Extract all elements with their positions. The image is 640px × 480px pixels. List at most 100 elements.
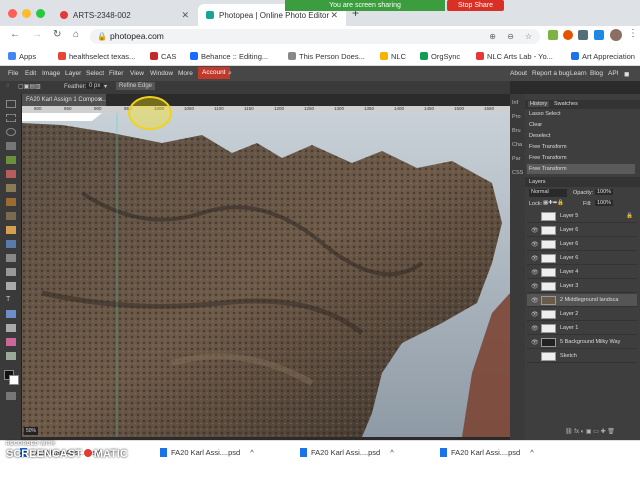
menu-file[interactable]: File (8, 70, 18, 77)
extension-icon[interactable] (594, 30, 604, 40)
visibility-eye-icon[interactable]: 👁 (531, 255, 539, 262)
bookmark-this-person[interactable]: This Person Does... (288, 52, 365, 61)
path-select-icon[interactable] (6, 310, 16, 318)
more-menu-icon[interactable]: ⋮ (628, 28, 638, 39)
social-icons[interactable]: ◼ (624, 70, 629, 78)
chevron-down-icon[interactable]: ▾ (104, 83, 107, 90)
menu-more[interactable]: More (178, 70, 193, 77)
selection-mode-icons[interactable]: ▢▣▤▥ (18, 83, 41, 90)
extension-icon[interactable] (563, 30, 573, 40)
panel-brush-tab[interactable]: Bru (512, 128, 521, 134)
menu-edit[interactable]: Edit (25, 70, 36, 77)
lasso-tool-icon[interactable] (6, 128, 16, 136)
forward-arrow-icon[interactable]: → (32, 29, 42, 40)
bookmark-art-appreciation[interactable]: Art Appreciation (571, 52, 640, 61)
tab-history[interactable]: History (528, 101, 550, 107)
extension-icon[interactable] (578, 30, 588, 40)
bookmark-star-icon[interactable]: ☆ (525, 29, 532, 44)
shape-tool-icon[interactable] (6, 324, 16, 332)
chevron-up-icon[interactable]: ^ (250, 448, 254, 457)
type-tool-icon[interactable]: T (6, 296, 16, 304)
layer-row[interactable]: Layer 5 🔒 (527, 210, 637, 223)
brush-tool-icon[interactable] (6, 198, 16, 206)
link-report-bug[interactable]: Report a bug (532, 70, 570, 77)
bookmark-orgsync[interactable]: OrgSync (420, 52, 460, 61)
download-item[interactable]: FA20 Karl Assi....psd ^ (440, 448, 534, 457)
pen-tool-icon[interactable] (6, 282, 16, 290)
crop-tool-icon[interactable] (6, 156, 16, 164)
visibility-eye-icon[interactable]: 👁 (531, 227, 539, 234)
menu-account[interactable]: Account (198, 67, 230, 79)
feather-input[interactable]: 0 px (86, 83, 104, 89)
eyedropper-icon[interactable] (6, 170, 16, 178)
bookmark-behance[interactable]: Behance :: Editing... (190, 52, 268, 61)
quick-mask-icon[interactable] (6, 392, 16, 400)
panel-info-tab[interactable]: Inf (512, 100, 518, 106)
blend-mode-select[interactable]: Normal (529, 189, 567, 197)
zoom-tool-icon[interactable] (6, 352, 16, 360)
menu-view[interactable]: View (130, 70, 144, 77)
panel-properties-tab[interactable]: Pro (512, 114, 521, 120)
menu-window[interactable]: Window (150, 70, 173, 77)
visibility-eye-icon[interactable]: 👁 (531, 297, 539, 304)
back-arrow-icon[interactable]: ← (10, 29, 20, 40)
layer-action-icons[interactable]: ⛓ fx ◐ ▣ ▭ ✚ 🗑 (565, 428, 615, 435)
visibility-eye-icon[interactable]: 👁 (531, 311, 539, 318)
download-item[interactable]: FA20 Karl Assi....psd ^ (300, 448, 394, 457)
avatar[interactable] (610, 29, 622, 41)
download-item[interactable]: FA20 Karl Assi....psd ^ (160, 448, 254, 457)
bookmark-apps[interactable]: Apps (8, 52, 36, 61)
close-tab-icon[interactable]: ✕ (181, 10, 189, 21)
stop-share-button[interactable]: Stop Share (447, 0, 504, 11)
document-canvas[interactable]: 50% (22, 113, 510, 437)
extension-icon[interactable] (548, 30, 558, 40)
visibility-eye-icon[interactable]: 👁 (531, 339, 539, 346)
link-about[interactable]: About (510, 70, 527, 77)
link-api[interactable]: API (608, 70, 618, 77)
link-blog[interactable]: Blog (590, 70, 603, 77)
marquee-tool-icon[interactable] (6, 114, 16, 122)
link-learn[interactable]: Learn (570, 70, 587, 77)
history-item[interactable]: Lasso Select (527, 109, 635, 119)
visibility-eye-icon[interactable]: 👁 (531, 283, 539, 290)
hand-tool-icon[interactable] (6, 338, 16, 346)
layer-row[interactable]: 👁 Layer 3 (527, 280, 637, 293)
visibility-eye-icon[interactable]: 👁 (531, 241, 539, 248)
bookmark-nlc[interactable]: NLC (380, 52, 406, 61)
layer-row[interactable]: 👁 Layer 6 (527, 224, 637, 237)
tab-arts[interactable]: ARTS-2348-002 ✕ (52, 4, 197, 26)
history-item-selected[interactable]: Free Transform (527, 164, 635, 174)
layer-row[interactable]: 👁 Layer 1 (527, 322, 637, 335)
visibility-eye-icon[interactable]: 👁 (531, 325, 539, 332)
zoom-level[interactable]: 50% (24, 427, 39, 435)
magic-wand-icon[interactable] (6, 142, 16, 150)
visibility-eye-icon[interactable]: 👁 (531, 269, 539, 276)
chevron-up-icon[interactable]: ^ (530, 448, 534, 457)
gradient-tool-icon[interactable] (6, 240, 16, 248)
history-item[interactable]: Deselect (527, 131, 635, 141)
layer-row[interactable]: 👁 Layer 6 (527, 238, 637, 251)
bookmark-healthselect[interactable]: healthselect texas... (58, 52, 135, 61)
spot-heal-icon[interactable] (6, 184, 16, 192)
layer-row[interactable]: 👁 Layer 6 (527, 252, 637, 265)
chevron-up-icon[interactable]: ^ (390, 448, 394, 457)
panel-character-tab[interactable]: Cha (512, 142, 522, 148)
menu-select[interactable]: Select (86, 70, 104, 77)
history-item[interactable]: Free Transform (527, 142, 635, 152)
search-icon[interactable]: ⌕ (228, 70, 232, 78)
document-tab[interactable]: FA20 Karl Assign 1 Compos... ✕ (22, 94, 106, 106)
opacity-input[interactable]: 100% (595, 189, 614, 195)
history-item[interactable]: Free Transform (527, 153, 635, 163)
home-icon[interactable]: ⌂ (73, 29, 79, 40)
history-item[interactable]: Clear (527, 120, 635, 130)
layer-row[interactable]: 👁 Layer 2 (527, 308, 637, 321)
dodge-tool-icon[interactable] (6, 268, 16, 276)
layer-row[interactable]: 👁 Layer 4 (527, 266, 637, 279)
address-bar[interactable]: 🔒 photopea.com ☆ ⊖ ⊕ (90, 29, 540, 44)
close-document-icon[interactable]: ✕ (98, 94, 103, 106)
layer-row-selected[interactable]: 👁 2 Middleground landsca (527, 294, 637, 307)
close-window-button[interactable] (8, 9, 17, 18)
maximize-window-button[interactable] (36, 9, 45, 18)
panel-paragraph-tab[interactable]: Par (512, 156, 521, 162)
panel-css-tab[interactable]: CSS (512, 170, 523, 176)
